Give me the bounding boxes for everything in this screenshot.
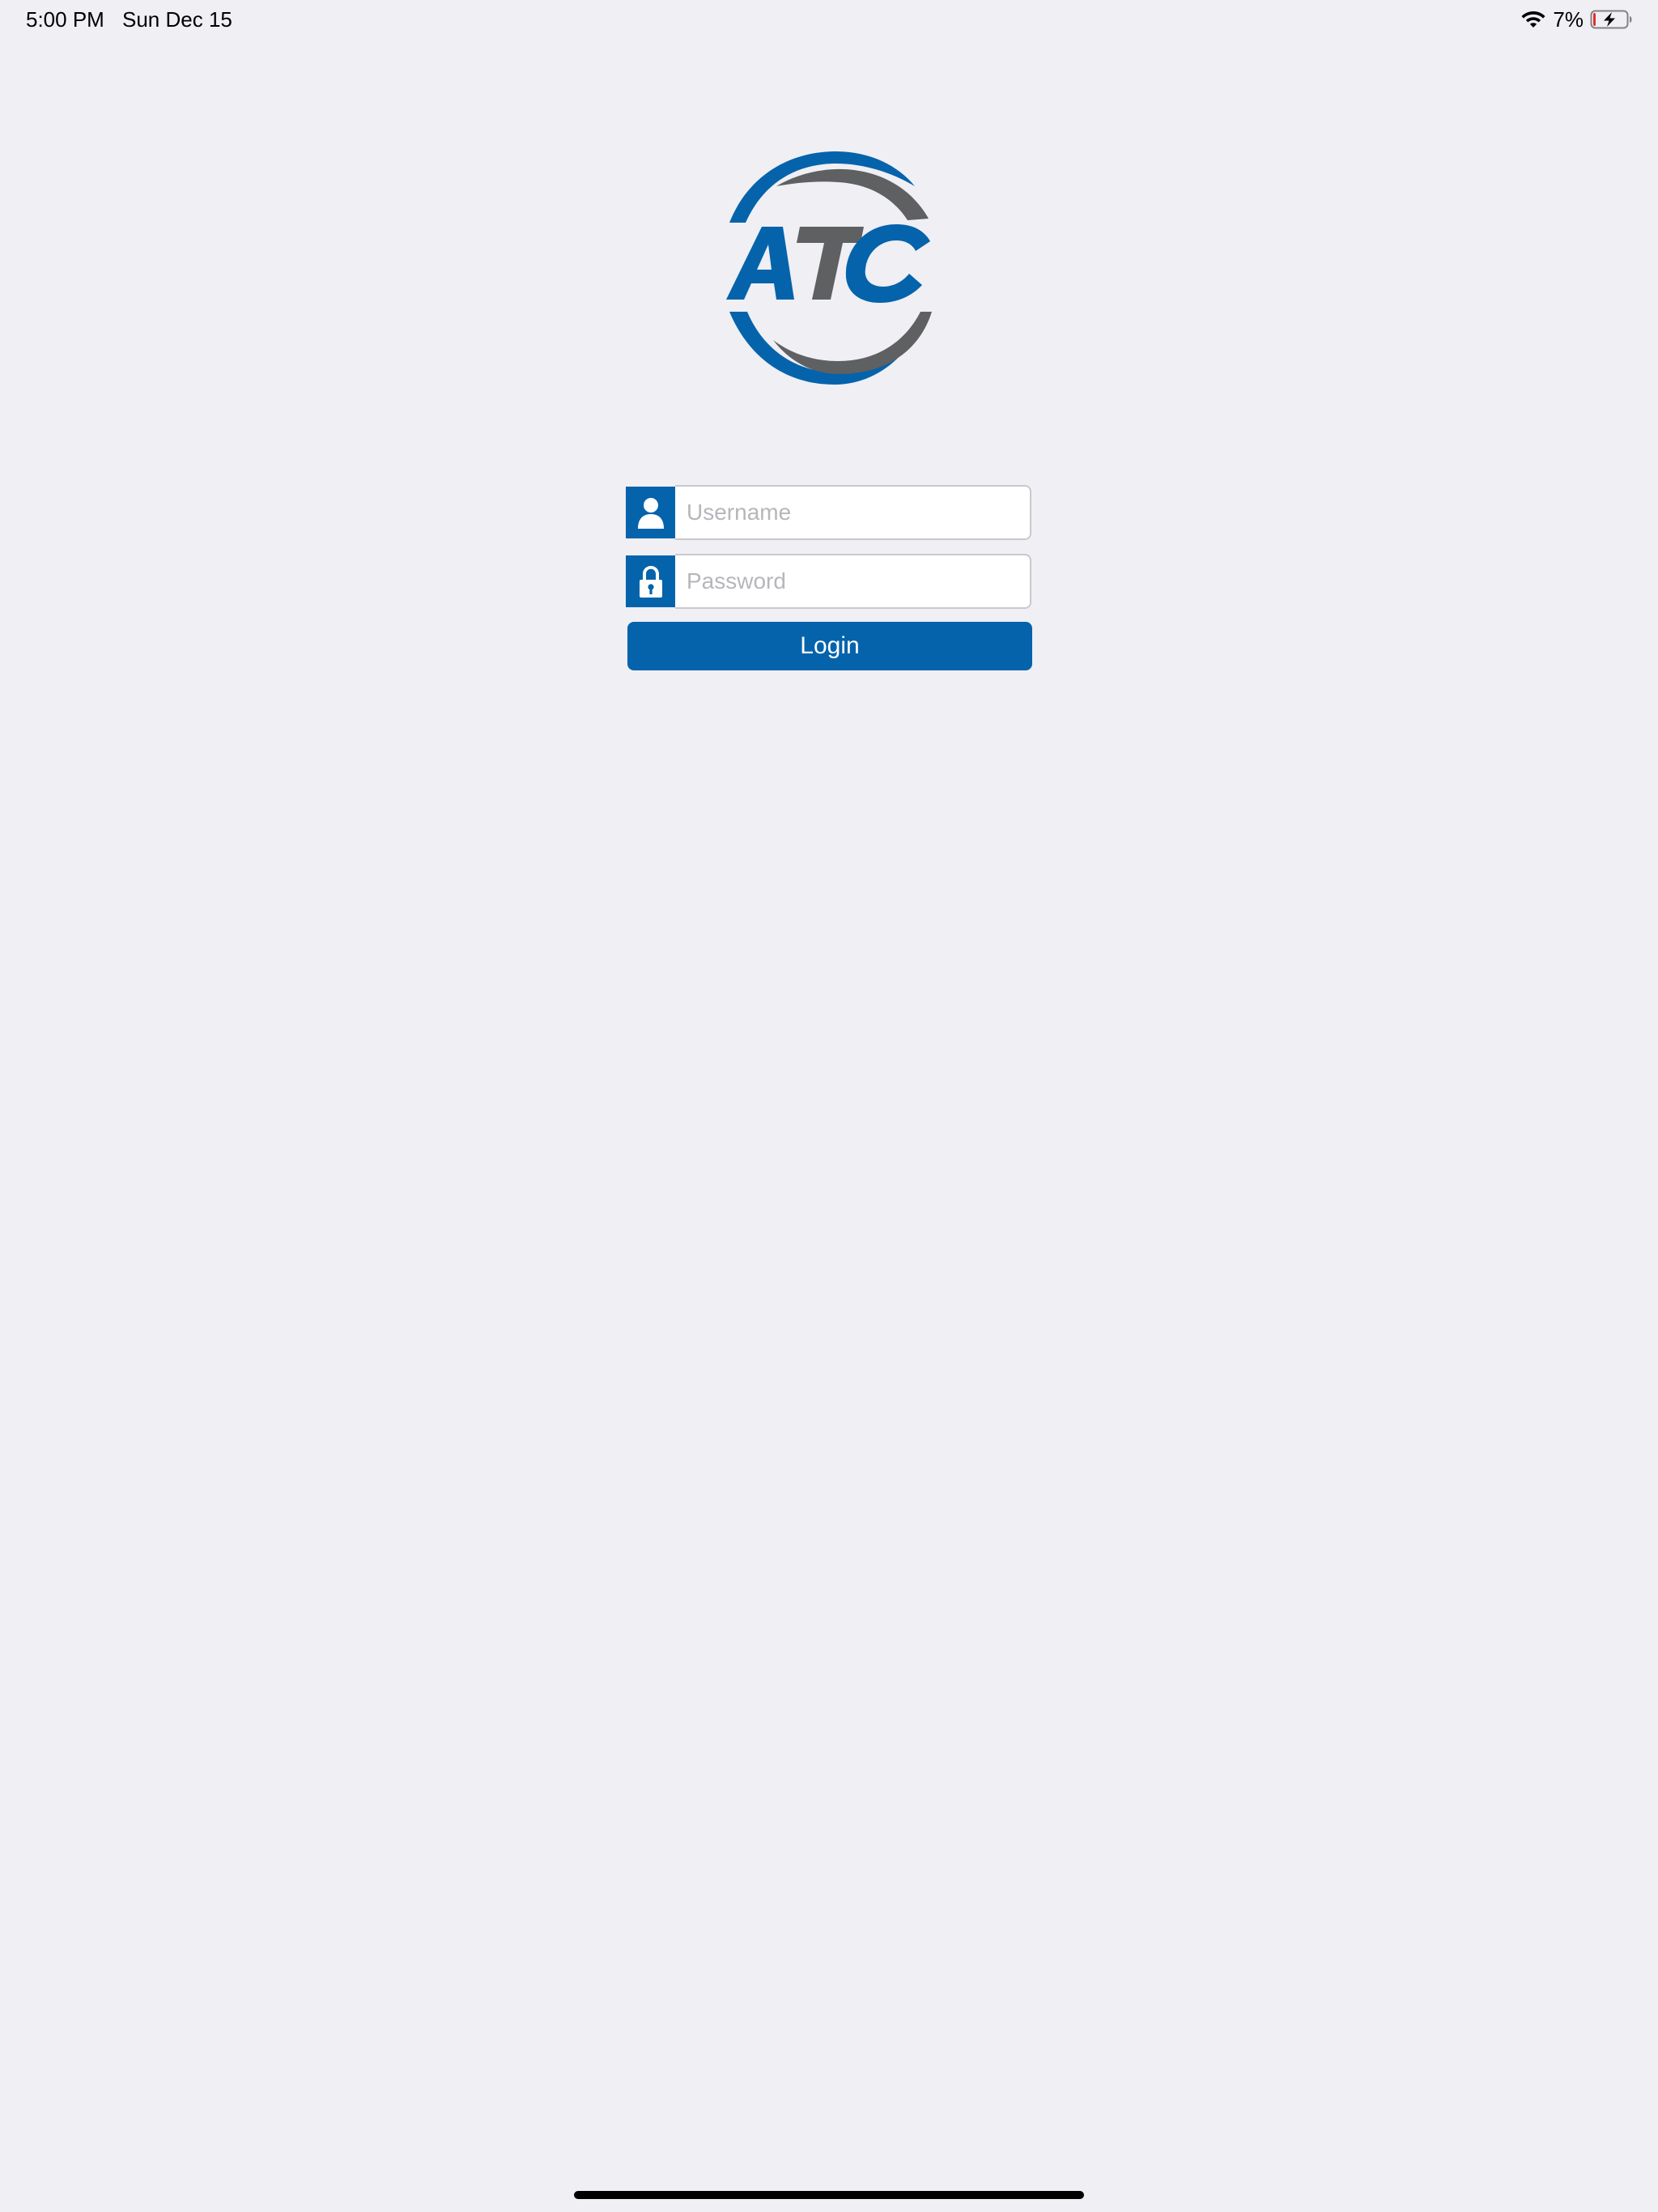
login-button[interactable]: Login [627,622,1032,670]
password-input[interactable] [675,554,1031,609]
battery-percent: 7% [1553,7,1584,32]
status-time: 5:00 PM [26,7,104,32]
status-date: Sun Dec 15 [122,7,232,32]
password-field [626,554,1031,609]
status-indicators: 7% [1520,5,1634,34]
user-icon [626,487,675,538]
battery-charging-icon [1590,9,1634,30]
username-input[interactable] [675,485,1031,540]
atc-logo [725,146,938,389]
username-field [626,485,1031,540]
home-indicator[interactable] [574,2191,1084,2199]
wifi-icon [1520,9,1546,30]
lock-icon [626,555,675,607]
